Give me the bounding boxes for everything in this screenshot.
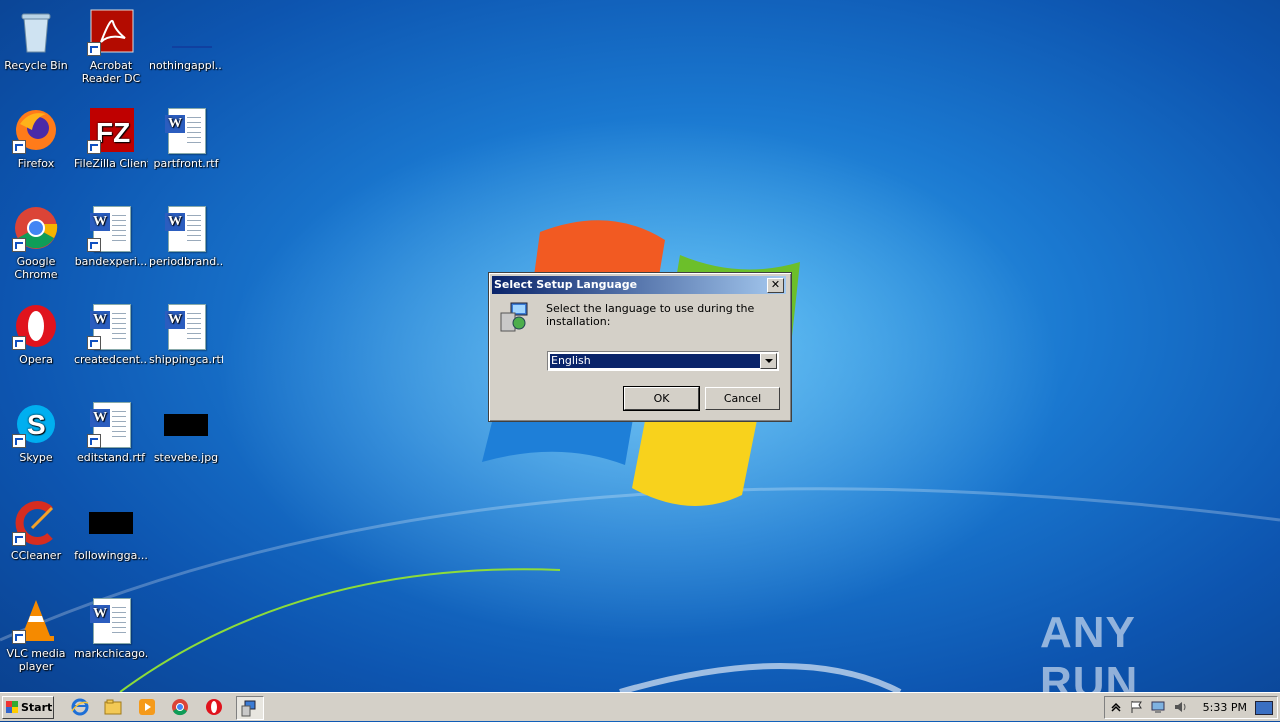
shortcut-arrow-icon	[12, 238, 26, 252]
svg-text:S: S	[27, 409, 46, 440]
desktop-icon-label: Skype	[19, 451, 53, 464]
desktop-icon-stevebe[interactable]: stevebe.jpg	[149, 396, 223, 464]
desktop-icon-label: partfront.rtf	[153, 157, 219, 170]
acrobat-reader-icon	[87, 8, 135, 56]
desktop-icon-label: Recycle Bin	[4, 59, 68, 72]
language-select[interactable]: English	[547, 351, 779, 371]
cancel-button[interactable]: Cancel	[705, 387, 780, 410]
shortcut-arrow-icon	[12, 434, 26, 448]
action-center-flag-icon[interactable]	[1129, 700, 1143, 714]
desktop-icon-createdcent[interactable]: W createdcent...	[74, 298, 148, 366]
shortcut-arrow-icon	[12, 140, 26, 154]
desktop-icon-label: followingga...	[74, 549, 148, 562]
start-label: Start	[21, 701, 53, 714]
desktop-icon-partfront[interactable]: W partfront.rtf	[149, 102, 223, 170]
desktop-icon-label: createdcent...	[74, 353, 148, 366]
word-document-icon: W	[87, 302, 135, 350]
desktop-icon-label: CCleaner	[10, 549, 62, 562]
desktop-icon-followingga[interactable]: followingga...	[74, 494, 148, 562]
desktop-icon-periodbrand[interactable]: W periodbrand...	[149, 200, 223, 268]
image-file-icon	[87, 498, 135, 546]
word-document-icon: W	[162, 204, 210, 252]
shortcut-arrow-icon	[87, 434, 101, 448]
filezilla-icon: FZ	[87, 106, 135, 154]
windows-logo-icon	[6, 701, 18, 713]
desktop-icon-label: VLC media player	[6, 647, 66, 673]
ok-button[interactable]: OK	[623, 386, 700, 411]
shortcut-arrow-icon	[87, 140, 101, 154]
word-document-icon: W	[87, 204, 135, 252]
desktop-icon-google-chrome[interactable]: Google Chrome	[0, 200, 73, 281]
shortcut-arrow-icon	[12, 336, 26, 350]
desktop-icon-bandexperi[interactable]: W bandexperi...	[74, 200, 148, 268]
desktop-icon-vlc[interactable]: VLC media player	[0, 592, 73, 673]
desktop-icon-label: markchicago...	[74, 647, 148, 660]
opera-icon[interactable]	[205, 698, 223, 716]
image-file-icon	[162, 400, 210, 448]
shortcut-arrow-icon	[87, 238, 101, 252]
svg-text:FZ: FZ	[96, 117, 130, 148]
desktop-icon-shippingca[interactable]: W shippingca.rtf	[149, 298, 223, 366]
dialog-title: Select Setup Language	[494, 278, 638, 291]
start-button[interactable]: Start	[2, 696, 54, 719]
file-explorer-icon[interactable]	[104, 698, 122, 716]
desktop-icon-label: Acrobat Reader DC	[81, 59, 141, 85]
dialog-prompt: Select the language to use during the in…	[546, 302, 755, 328]
desktop-icon-recycle-bin[interactable]: Recycle Bin	[0, 4, 73, 72]
shortcut-arrow-icon	[87, 42, 101, 56]
skype-icon: S	[12, 400, 60, 448]
dialog-titlebar[interactable]: Select Setup Language ✕	[492, 276, 786, 294]
select-setup-language-dialog: Select Setup Language ✕ Select the langu…	[488, 272, 792, 422]
file-icon	[162, 8, 212, 56]
desktop-icon-label: stevebe.jpg	[153, 451, 219, 464]
system-tray: 5:33 PM	[1104, 696, 1278, 719]
desktop-icon-label: Google Chrome	[14, 255, 58, 281]
desktop-icon-filezilla[interactable]: FZ FileZilla Client	[74, 102, 148, 170]
anyrun-watermark: ANY RUN	[1040, 608, 1240, 707]
network-icon[interactable]	[1151, 700, 1165, 714]
volume-icon[interactable]	[1173, 700, 1187, 714]
language-select-value: English	[550, 354, 760, 368]
chrome-icon	[12, 204, 60, 252]
clock[interactable]: 5:33 PM	[1203, 697, 1247, 718]
word-document-icon: W	[87, 596, 135, 644]
desktop-icon-label: FileZilla Client	[74, 157, 148, 170]
vlc-cone-icon	[12, 596, 60, 644]
desktop-icon-label: Opera	[19, 353, 53, 366]
shortcut-arrow-icon	[12, 630, 26, 644]
desktop-icon-label: bandexperi...	[74, 255, 148, 268]
recycle-bin-icon	[12, 8, 60, 56]
desktop-icon-editstand[interactable]: W editstand.rtf	[74, 396, 148, 464]
firefox-icon	[12, 106, 60, 154]
taskbar: Start 5:33 PM	[0, 692, 1280, 721]
setup-task-button[interactable]	[236, 696, 264, 720]
desktop-icon-ccleaner[interactable]: CCleaner	[0, 494, 73, 562]
chevron-up-icon[interactable]	[1109, 700, 1123, 714]
word-document-icon: W	[87, 400, 135, 448]
word-document-icon: W	[162, 106, 210, 154]
shortcut-arrow-icon	[87, 336, 101, 350]
desktop-icon-label: editstand.rtf	[76, 451, 146, 464]
chevron-down-icon[interactable]	[760, 353, 777, 369]
desktop-icon-opera[interactable]: Opera	[0, 298, 73, 366]
desktop-icon-skype[interactable]: S Skype	[0, 396, 73, 464]
desktop-icon-markchicago[interactable]: W markchicago...	[74, 592, 148, 660]
show-desktop-icon[interactable]	[1255, 701, 1273, 715]
chrome-icon[interactable]	[171, 698, 189, 716]
shortcut-arrow-icon	[12, 532, 26, 546]
desktop-icon-label: nothingappl...	[149, 59, 223, 72]
opera-icon	[12, 302, 60, 350]
setup-computer-icon	[499, 301, 531, 333]
word-document-icon: W	[162, 302, 210, 350]
desktop-icon-nothingappl[interactable]: nothingappl...	[149, 4, 223, 72]
desktop-icon-label: periodbrand...	[149, 255, 223, 268]
desktop-icon-label: Firefox	[17, 157, 55, 170]
desktop-icon-label: shippingca.rtf	[149, 353, 223, 366]
desktop-icon-acrobat-reader[interactable]: Acrobat Reader DC	[74, 4, 148, 85]
close-button[interactable]: ✕	[767, 278, 784, 293]
media-player-icon[interactable]	[138, 698, 156, 716]
internet-explorer-icon[interactable]	[71, 698, 89, 716]
ccleaner-icon	[12, 498, 60, 546]
desktop-icon-firefox[interactable]: Firefox	[0, 102, 73, 170]
